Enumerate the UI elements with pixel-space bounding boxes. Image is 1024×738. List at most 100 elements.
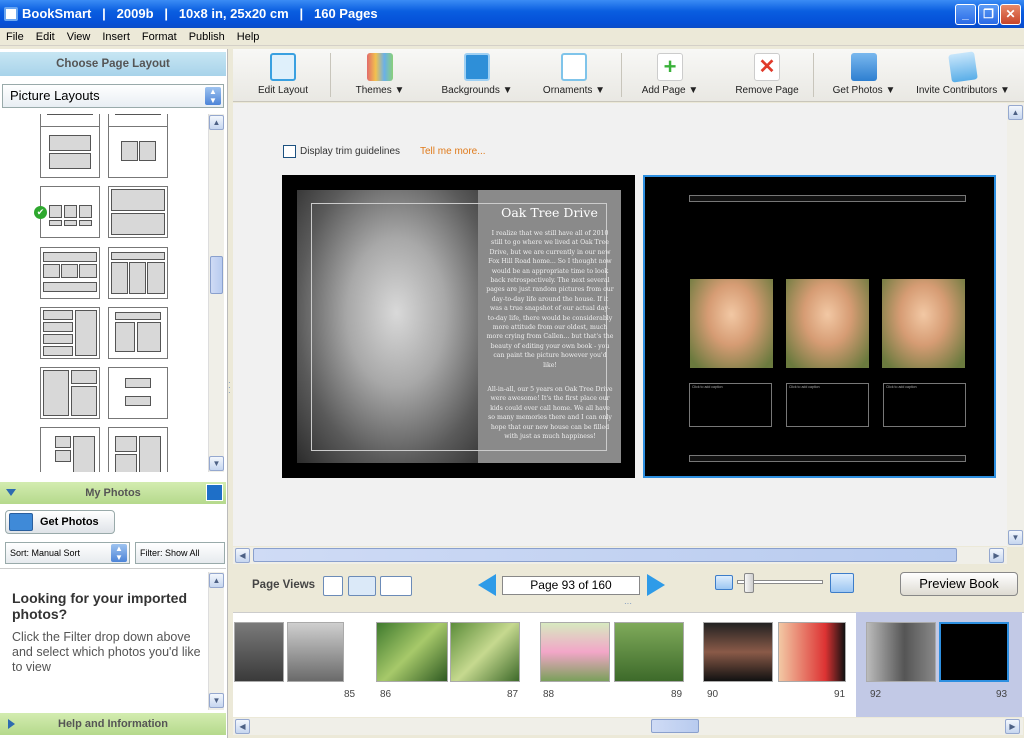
collapse-icon[interactable] (6, 489, 16, 496)
spread-view-icon[interactable] (348, 576, 376, 596)
scroll-thumb[interactable] (210, 256, 223, 294)
scroll-down-icon[interactable]: ▼ (209, 693, 224, 708)
edit-layout-button[interactable]: Edit Layout (253, 49, 313, 102)
zoom-out-icon[interactable] (715, 575, 733, 590)
layout-thumb[interactable] (40, 247, 100, 299)
scroll-down-icon[interactable]: ▼ (209, 456, 224, 471)
page-indicator[interactable]: Page 93 of 160 (502, 576, 640, 595)
layout-thumb[interactable] (108, 427, 168, 472)
story-paragraph[interactable]: All-in-all, our 5 years on Oak Tree Driv… (486, 385, 614, 441)
trim-guidelines-checkbox[interactable] (283, 145, 296, 158)
caption-box[interactable]: Click to add caption (883, 383, 966, 427)
ornaments-button[interactable]: Ornaments ▼ (537, 49, 611, 102)
splitter-handle[interactable]: ··· (624, 600, 636, 608)
layout-thumb[interactable] (108, 126, 168, 178)
scroll-right-icon[interactable]: ▶ (1005, 719, 1020, 734)
filmstrip-scrollbar[interactable]: ◀ ▶ (233, 718, 1023, 735)
layout-type-select[interactable]: Picture Layouts ▲ ▼ (2, 84, 224, 108)
page-thumbnail[interactable] (540, 622, 610, 682)
page-thumbnail[interactable] (450, 622, 520, 682)
layout-thumb[interactable] (108, 307, 168, 359)
layout-thumb[interactable] (108, 367, 168, 419)
get-photos-toolbar-button[interactable]: Get Photos ▼ (829, 49, 899, 102)
my-photos-header[interactable]: My Photos (0, 482, 226, 504)
layout-thumb[interactable] (40, 126, 100, 178)
scroll-up-icon[interactable]: ▲ (1008, 105, 1023, 120)
close-button[interactable]: ✕ (1000, 4, 1021, 25)
multi-page-view-icon[interactable] (380, 576, 412, 596)
my-photos-label: My Photos (85, 487, 141, 499)
layout-thumb-selected[interactable] (40, 186, 100, 238)
filter-select[interactable]: Filter: Show All (135, 542, 225, 564)
menu-help[interactable]: Help (231, 28, 266, 46)
text-frame[interactable] (689, 195, 966, 202)
text-frame[interactable] (689, 455, 966, 462)
layout-thumb[interactable] (108, 247, 168, 299)
preview-book-button[interactable]: Preview Book (900, 572, 1018, 596)
caption-placeholder: Click to add caption (886, 385, 917, 389)
canvas-vertical-scrollbar[interactable]: ▲ ▼ (1007, 103, 1024, 547)
caption-box[interactable]: Click to add caption (786, 383, 869, 427)
page-thumbnail[interactable] (778, 622, 846, 682)
grid-view-icon[interactable] (206, 484, 223, 501)
zoom-in-icon[interactable] (830, 573, 854, 593)
minimize-button[interactable]: _ (955, 4, 976, 25)
next-page-icon[interactable] (647, 574, 665, 596)
invite-contributors-button[interactable]: Invite Contributors ▼ (911, 49, 1015, 102)
page-thumbnail[interactable] (703, 622, 773, 682)
add-page-button[interactable]: + Add Page ▼ (637, 49, 703, 102)
help-info-header[interactable]: Help and Information (0, 713, 226, 735)
help-scrollbar[interactable]: ▲ ▼ (208, 572, 224, 710)
photo-frame[interactable] (786, 279, 869, 368)
remove-page-button[interactable]: ✕ Remove Page (731, 49, 803, 102)
page-thumbnail[interactable] (234, 622, 284, 682)
page-number: 93 (996, 689, 1008, 700)
maximize-button[interactable]: ❐ (978, 4, 999, 25)
page-number: 89 (671, 689, 683, 700)
photo-frame[interactable] (690, 279, 773, 368)
menu-edit[interactable]: Edit (30, 28, 61, 46)
sort-select[interactable]: Sort: Manual Sort ▲ ▼ (5, 542, 130, 564)
menu-publish[interactable]: Publish (183, 28, 231, 46)
page-thumbnail[interactable] (376, 622, 448, 682)
scroll-up-icon[interactable]: ▲ (209, 115, 224, 130)
photo-frame[interactable] (882, 279, 965, 368)
expand-icon[interactable] (8, 719, 15, 729)
scroll-thumb[interactable] (253, 548, 957, 562)
previous-page-icon[interactable] (478, 574, 496, 596)
zoom-slider-thumb[interactable] (744, 573, 754, 593)
menu-view[interactable]: View (61, 28, 97, 46)
layouts-scrollbar[interactable]: ▲ ▼ (208, 114, 224, 472)
caption-placeholder: Click to add caption (789, 385, 820, 389)
page-thumbnail[interactable] (287, 622, 344, 682)
backgrounds-button[interactable]: Backgrounds ▼ (435, 49, 519, 102)
layout-thumb[interactable] (40, 427, 100, 472)
page-thumbnail-current[interactable] (939, 622, 1009, 682)
themes-button[interactable]: Themes ▼ (345, 49, 415, 102)
page-number: 87 (507, 689, 519, 700)
menu-format[interactable]: Format (136, 28, 183, 46)
menu-file[interactable]: File (0, 28, 30, 46)
scroll-left-icon[interactable]: ◀ (235, 548, 250, 563)
scroll-up-icon[interactable]: ▲ (209, 573, 224, 588)
layout-thumb[interactable] (40, 307, 100, 359)
caption-box[interactable]: Click to add caption (689, 383, 772, 427)
layout-thumb[interactable] (40, 367, 100, 419)
layout-thumb[interactable] (108, 186, 168, 238)
scroll-left-icon[interactable]: ◀ (235, 719, 250, 734)
splitter-handle[interactable]: ··· (228, 379, 232, 397)
story-paragraph[interactable]: I realize that we still have all of 2010… (486, 229, 614, 370)
help-body: Click the Filter drop down above and sel… (12, 630, 201, 674)
chevron-down-icon[interactable]: ▲ ▼ (111, 544, 127, 562)
single-page-view-icon[interactable] (323, 576, 343, 596)
story-title[interactable]: Oak Tree Drive (482, 205, 617, 220)
scroll-right-icon[interactable]: ▶ (989, 548, 1004, 563)
tell-me-more-link[interactable]: Tell me more... (420, 146, 486, 157)
page-thumbnail[interactable] (866, 622, 936, 682)
menu-insert[interactable]: Insert (96, 28, 136, 46)
canvas-horizontal-scrollbar[interactable]: ◀ ▶ (233, 547, 1007, 564)
scroll-down-icon[interactable]: ▼ (1008, 530, 1023, 545)
chevron-down-icon[interactable]: ▲ ▼ (205, 87, 221, 105)
page-thumbnail[interactable] (614, 622, 684, 682)
scroll-thumb[interactable] (651, 719, 699, 733)
